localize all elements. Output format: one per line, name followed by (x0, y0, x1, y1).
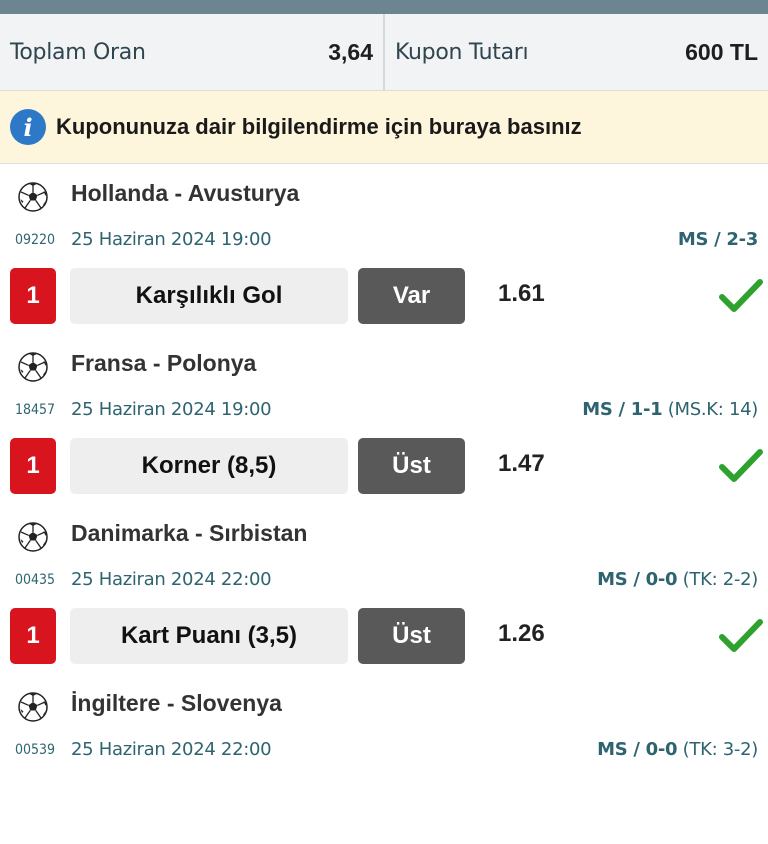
match-code: 00539 (15, 742, 56, 758)
stake-label: Kupon Tutarı (395, 39, 529, 65)
soccer-ball-icon (18, 522, 48, 552)
match-row[interactable]: Fransa - Polonya 18457 25 Haziran 2024 1… (0, 334, 768, 505)
bet-number-badge: 1 (10, 608, 56, 664)
info-icon: i (10, 109, 46, 145)
match-code: 09220 (15, 232, 56, 248)
match-teams: Hollanda - Avusturya (71, 180, 300, 206)
checkmark-icon (719, 279, 763, 312)
bet-number-badge: 1 (10, 268, 56, 324)
coupon-summary: Toplam Oran 3,64 Kupon Tutarı 600 TL (0, 14, 768, 91)
match-datetime: 25 Haziran 2024 19:00 (71, 229, 272, 250)
bet-odds: 1.61 (498, 280, 545, 307)
total-odds-label: Toplam Oran (10, 39, 146, 65)
match-score: MS / 1-1 (MS.K: 14) (582, 399, 758, 420)
match-score: MS / 0-0 (TK: 3-2) (597, 739, 758, 760)
match-row[interactable]: Danimarka - Sırbistan 00435 25 Haziran 2… (0, 504, 768, 675)
bet-pick: Var (358, 268, 465, 324)
match-teams: Danimarka - Sırbistan (71, 520, 308, 546)
match-teams: Fransa - Polonya (71, 350, 257, 376)
checkmark-icon (719, 449, 763, 482)
bet-odds: 1.47 (498, 450, 545, 477)
match-code: 18457 (15, 402, 56, 418)
match-datetime: 25 Haziran 2024 22:00 (71, 569, 272, 590)
score-extra: (MS.K: 14) (662, 399, 759, 420)
match-score: MS / 2-3 (678, 229, 758, 250)
score-extra: (TK: 3-2) (677, 739, 759, 760)
score-main: MS / 1-1 (582, 399, 663, 420)
score-extra: (TK: 2-2) (677, 569, 759, 590)
info-banner-text: Kuponunuza dair bilgilendirme için buray… (56, 114, 582, 139)
bet-pick: Üst (358, 438, 465, 494)
stake-value: 600 TL (685, 38, 758, 65)
stake-cell: Kupon Tutarı 600 TL (385, 14, 768, 90)
soccer-ball-icon (18, 352, 48, 382)
total-odds-cell: Toplam Oran 3,64 (0, 14, 385, 90)
info-banner[interactable]: i Kuponunuza dair bilgilendirme için bur… (0, 91, 768, 164)
bet-market: Karşılıklı Gol (70, 268, 348, 324)
score-main: MS / 0-0 (597, 569, 678, 590)
bet-market: Korner (8,5) (70, 438, 348, 494)
score-main: MS / 2-3 (677, 229, 758, 250)
match-datetime: 25 Haziran 2024 19:00 (71, 399, 272, 420)
match-score: MS / 0-0 (TK: 2-2) (597, 569, 758, 590)
total-odds-value: 3,64 (328, 38, 373, 65)
top-bar (0, 0, 768, 14)
match-row[interactable]: İngiltere - Slovenya 00539 25 Haziran 20… (0, 674, 768, 844)
checkmark-icon (719, 619, 763, 652)
soccer-ball-icon (18, 182, 48, 212)
score-main: MS / 0-0 (597, 739, 678, 760)
bet-number-badge: 1 (10, 438, 56, 494)
match-datetime: 25 Haziran 2024 22:00 (71, 739, 272, 760)
bet-odds: 1.26 (498, 620, 545, 647)
match-teams: İngiltere - Slovenya (71, 690, 282, 716)
bet-market: Kart Puanı (3,5) (70, 608, 348, 664)
match-code: 00435 (15, 572, 56, 588)
match-row[interactable]: Hollanda - Avusturya 09220 25 Haziran 20… (0, 164, 768, 335)
bet-pick: Üst (358, 608, 465, 664)
soccer-ball-icon (18, 692, 48, 722)
